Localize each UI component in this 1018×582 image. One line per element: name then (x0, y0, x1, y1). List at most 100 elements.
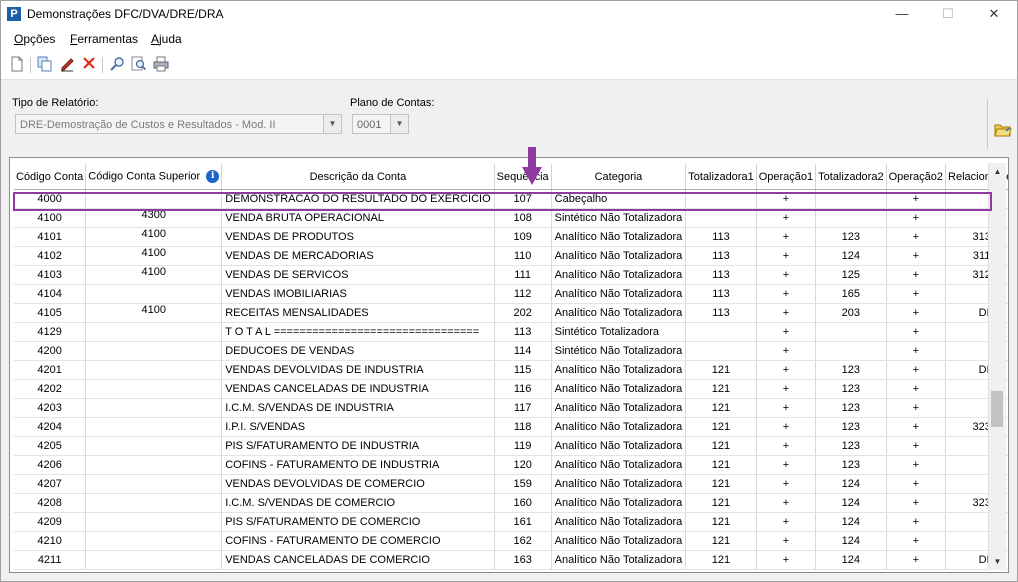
cell-operacao1[interactable]: + (756, 208, 817, 228)
cell-descricao[interactable]: VENDA BRUTA OPERACIONAL (221, 208, 495, 228)
copy-icon[interactable] (36, 56, 54, 74)
table-row[interactable]: 4100 4300 VENDA BRUTA OPERACIONAL 108 Sintét… (14, 208, 1008, 228)
cell-superior[interactable]: 4100 (85, 227, 223, 247)
scrollbar-thumb[interactable] (991, 391, 1003, 427)
table-row[interactable]: 4200 DEDUCOES DE VENDAS 114 Sintético Não T… (14, 341, 1008, 361)
table-row[interactable]: 4205 PIS S/FATURAMENTO DE INDUSTRIA 119 Ana… (14, 436, 1008, 456)
cell-operacao2[interactable]: + (886, 436, 947, 456)
cell-totalizadora1[interactable]: 121 (685, 436, 757, 456)
cell-totalizadora2[interactable]: 124 (815, 550, 887, 570)
cell-superior[interactable]: 4100 (85, 246, 223, 266)
minimize-button[interactable]: — (879, 1, 925, 27)
cell-operacao2[interactable]: + (886, 246, 947, 266)
cell-totalizadora1[interactable]: 113 (685, 284, 757, 304)
cell-descricao[interactable]: T O T A L ==============================… (221, 322, 495, 342)
cell-operacao1[interactable]: + (756, 360, 817, 380)
cell-operacao2[interactable]: + (886, 550, 947, 570)
cell-descricao[interactable]: VENDAS IMOBILIARIAS (221, 284, 495, 304)
title-bar[interactable]: P Demonstrações DFC/DVA/DRE/DRA — ☐ ✕ (1, 1, 1017, 27)
cell-sequencia[interactable]: 119 (494, 436, 552, 456)
cell-sequencia[interactable]: 108 (494, 208, 552, 228)
vertical-scrollbar[interactable]: ▲ ▼ (988, 163, 1006, 570)
cell-categoria[interactable]: Cabeçalho (551, 189, 687, 209)
cell-descricao[interactable]: VENDAS DE PRODUTOS (221, 227, 495, 247)
cell-descricao[interactable]: VENDAS DE SERVICOS (221, 265, 495, 285)
maximize-button[interactable]: ☐ (925, 1, 971, 27)
cell-descricao[interactable]: DEDUCOES DE VENDAS (221, 341, 495, 361)
cell-codigo[interactable]: 4000 (14, 189, 87, 209)
cell-superior[interactable] (85, 284, 223, 304)
cell-operacao1[interactable]: + (756, 246, 817, 266)
table-row[interactable]: 4206 COFINS - FATURAMENTO DE INDUSTRIA 120… (14, 455, 1008, 475)
table-row[interactable]: 4207 VENDAS DEVOLVIDAS DE COMERCIO 159 Anal… (14, 474, 1008, 494)
cell-superior[interactable] (85, 360, 223, 380)
table-row[interactable]: 4103 4100 VENDAS DE SERVICOS 111 Analítico N… (14, 265, 1008, 285)
cell-descricao[interactable]: VENDAS DEVOLVIDAS DE INDUSTRIA (221, 360, 495, 380)
cell-superior[interactable] (85, 493, 223, 513)
cell-descricao[interactable]: I.C.M. S/VENDAS DE INDUSTRIA (221, 398, 495, 418)
cell-operacao1[interactable]: + (756, 379, 817, 399)
cell-totalizadora2[interactable] (815, 189, 887, 209)
cell-totalizadora1[interactable] (685, 189, 757, 209)
cell-categoria[interactable]: Analítico Não Totalizadora (551, 398, 687, 418)
col-codigo-conta-superior[interactable]: Código Conta Superior i (85, 164, 223, 190)
cell-descricao[interactable]: VENDAS CANCELADAS DE INDUSTRIA (221, 379, 495, 399)
col-operacao2[interactable]: Operação2 (886, 164, 947, 190)
cell-totalizadora2[interactable]: 124 (815, 246, 887, 266)
cell-codigo[interactable]: 4205 (14, 436, 87, 456)
cell-sequencia[interactable]: 160 (494, 493, 552, 513)
cell-codigo[interactable]: 4210 (14, 531, 87, 551)
cell-operacao2[interactable]: + (886, 189, 947, 209)
scroll-down-icon[interactable]: ▼ (989, 553, 1006, 570)
cell-superior[interactable] (85, 398, 223, 418)
cell-totalizadora2[interactable]: 125 (815, 265, 887, 285)
cell-sequencia[interactable]: 112 (494, 284, 552, 304)
cell-operacao1[interactable]: + (756, 550, 817, 570)
cell-codigo[interactable]: 4101 (14, 227, 87, 247)
cell-codigo[interactable]: 4206 (14, 455, 87, 475)
cell-sequencia[interactable]: 116 (494, 379, 552, 399)
scroll-up-icon[interactable]: ▲ (989, 163, 1006, 180)
table-row[interactable]: 4208 I.C.M. S/VENDAS DE COMERCIO 160 Analít… (14, 493, 1008, 513)
cell-superior[interactable] (85, 189, 223, 209)
cell-superior[interactable] (85, 512, 223, 532)
cell-totalizadora1[interactable]: 113 (685, 227, 757, 247)
cell-operacao2[interactable]: + (886, 493, 947, 513)
close-button[interactable]: ✕ (971, 1, 1017, 27)
cell-codigo[interactable]: 4129 (14, 322, 87, 342)
zoom-icon[interactable] (130, 56, 148, 74)
cell-categoria[interactable]: Sintético Não Totalizadora (551, 341, 687, 361)
cell-operacao2[interactable]: + (886, 379, 947, 399)
cell-operacao2[interactable]: + (886, 531, 947, 551)
cell-sequencia[interactable]: 114 (494, 341, 552, 361)
table-row[interactable]: 4202 VENDAS CANCELADAS DE INDUSTRIA 116 Ana… (14, 379, 1008, 399)
cell-descricao[interactable]: COFINS - FATURAMENTO DE COMERCIO (221, 531, 495, 551)
cell-operacao2[interactable]: + (886, 265, 947, 285)
cell-descricao[interactable]: PIS S/FATURAMENTO DE COMERCIO (221, 512, 495, 532)
cell-totalizadora1[interactable]: 113 (685, 246, 757, 266)
cell-totalizadora2[interactable]: 165 (815, 284, 887, 304)
cell-operacao1[interactable]: + (756, 303, 817, 323)
cell-codigo[interactable]: 4201 (14, 360, 87, 380)
print-icon[interactable] (152, 56, 170, 74)
cell-operacao1[interactable]: + (756, 493, 817, 513)
cell-totalizadora2[interactable]: 123 (815, 379, 887, 399)
cell-operacao1[interactable]: + (756, 265, 817, 285)
cell-descricao[interactable]: COFINS - FATURAMENTO DE INDUSTRIA (221, 455, 495, 475)
search-icon[interactable] (108, 56, 126, 74)
plano-contas-select[interactable]: 0001 ▼ (352, 114, 409, 134)
cell-operacao2[interactable]: + (886, 284, 947, 304)
cell-totalizadora2[interactable] (815, 341, 887, 361)
cell-totalizadora2[interactable]: 124 (815, 474, 887, 494)
cell-sequencia[interactable]: 109 (494, 227, 552, 247)
cell-totalizadora1[interactable] (685, 322, 757, 342)
cell-categoria[interactable]: Analítico Não Totalizadora (551, 303, 687, 323)
cell-totalizadora1[interactable]: 121 (685, 531, 757, 551)
cell-superior[interactable]: 4100 (85, 265, 223, 285)
cell-codigo[interactable]: 4208 (14, 493, 87, 513)
cell-categoria[interactable]: Analítico Não Totalizadora (551, 493, 687, 513)
cell-categoria[interactable]: Analítico Não Totalizadora (551, 436, 687, 456)
cell-operacao2[interactable]: + (886, 398, 947, 418)
cell-operacao1[interactable]: + (756, 531, 817, 551)
cell-categoria[interactable]: Sintético Totalizadora (551, 322, 687, 342)
